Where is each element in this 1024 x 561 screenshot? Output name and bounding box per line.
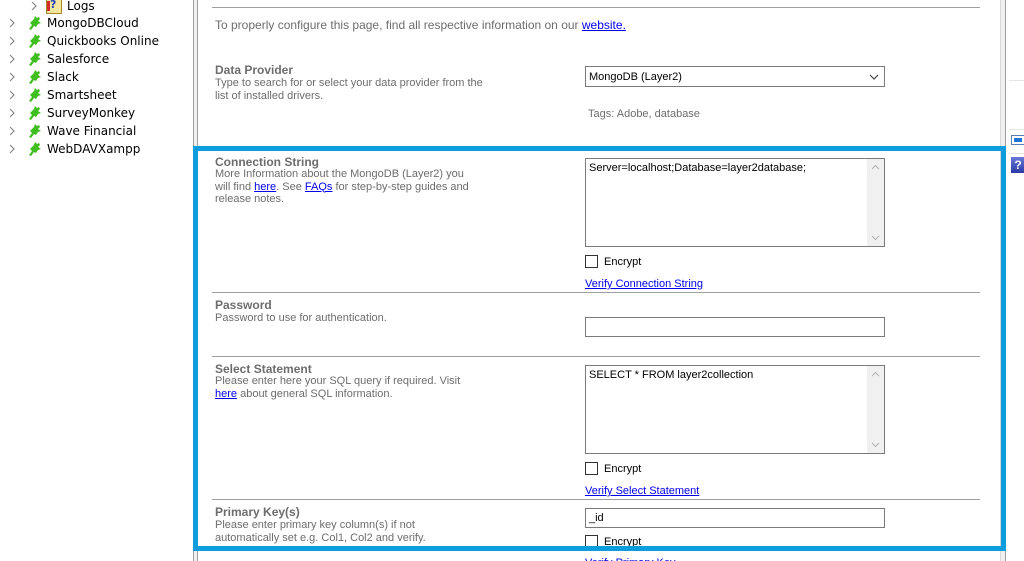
divider	[1009, 80, 1024, 81]
verify-primary-key-link[interactable]: Verify Primary Key	[585, 557, 675, 561]
chevron-right-icon[interactable]	[8, 72, 18, 82]
tree-item-label: SurveyMonkey	[47, 106, 136, 120]
select-statement-encrypt[interactable]: Encrypt	[585, 462, 641, 475]
chevron-right-icon[interactable]	[30, 1, 40, 11]
password-input[interactable]	[585, 317, 885, 337]
plugin-icon	[26, 87, 42, 103]
tree-item-wave-financial[interactable]: Wave Financial	[8, 122, 136, 140]
info-text-label: To properly configure this page, find al…	[215, 18, 582, 32]
scroll-down-icon[interactable]	[871, 440, 880, 449]
plugin-icon	[26, 33, 42, 49]
verify-select-statement-link[interactable]: Verify Select Statement	[585, 485, 699, 497]
tree-item-label: Slack	[47, 70, 79, 84]
connection-string-title: Connection String	[215, 155, 319, 169]
logs-icon: ?	[46, 0, 62, 14]
connection-string-value: Server=localhost;Database=layer2database…	[589, 162, 807, 174]
desc-text: . See	[276, 180, 305, 193]
chevron-right-icon[interactable]	[8, 126, 18, 136]
data-provider-select[interactable]: MongoDB (Layer2)	[585, 66, 885, 87]
tree-item-webdavxampp[interactable]: WebDAVXampp	[8, 140, 140, 158]
divider	[1009, 129, 1024, 130]
divider	[212, 499, 980, 500]
divider	[212, 356, 980, 357]
chevron-down-icon[interactable]	[869, 71, 879, 81]
encrypt-checkbox[interactable]	[585, 462, 598, 475]
window-icon[interactable]	[1011, 135, 1024, 145]
connection-tree: ? Logs MongoDBCloud Quickbooks Online Sa…	[0, 0, 190, 561]
help-icon[interactable]: ?	[1011, 157, 1024, 173]
desc-text: Please enter here your SQL query if requ…	[215, 375, 461, 387]
desc-text: about general SQL information.	[237, 387, 393, 400]
connection-string-description: More Information about the MongoDB (Laye…	[215, 168, 480, 206]
encrypt-label: Encrypt	[604, 255, 642, 268]
connection-string-input[interactable]: Server=localhost;Database=layer2database…	[585, 158, 885, 247]
tree-item-slack[interactable]: Slack	[8, 68, 79, 86]
tree-item-logs[interactable]: ? Logs	[30, 0, 95, 15]
data-provider-description: Type to search for or select your data p…	[215, 77, 483, 102]
password-description: Password to use for authentication.	[215, 312, 387, 324]
tree-item-label: Logs	[67, 0, 95, 13]
plugin-icon	[26, 105, 42, 121]
data-provider-title: Data Provider	[215, 63, 294, 77]
tree-item-label: Wave Financial	[47, 124, 137, 138]
plugin-icon	[26, 123, 42, 139]
right-toolbar: ?	[1005, 0, 1024, 561]
tree-item-smartsheet[interactable]: Smartsheet	[8, 86, 117, 104]
faqs-link[interactable]: FAQs	[305, 181, 333, 193]
plugin-icon	[26, 51, 42, 67]
encrypt-checkbox[interactable]	[585, 535, 598, 548]
chevron-right-icon[interactable]	[8, 54, 18, 64]
select-statement-scrollbar[interactable]	[867, 366, 884, 453]
chevron-right-icon[interactable]	[8, 108, 18, 118]
primary-keys-input[interactable]: _id	[585, 508, 885, 528]
primary-keys-title: Primary Key(s)	[215, 505, 300, 519]
tree-item-surveymonkey[interactable]: SurveyMonkey	[8, 104, 135, 122]
scroll-down-icon[interactable]	[871, 233, 880, 242]
tree-item-label: Smartsheet	[47, 88, 117, 102]
verify-connection-string-link[interactable]: Verify Connection String	[585, 278, 703, 290]
configuration-pane: To properly configure this page, find al…	[198, 0, 998, 561]
here-link[interactable]: here	[254, 181, 276, 193]
scroll-up-icon[interactable]	[871, 370, 880, 379]
encrypt-label: Encrypt	[604, 462, 642, 475]
data-provider-value: MongoDB (Layer2)	[589, 71, 682, 83]
encrypt-checkbox[interactable]	[585, 255, 598, 268]
tree-item-label: Salesforce	[47, 52, 110, 66]
connection-string-scrollbar[interactable]	[867, 159, 884, 246]
select-statement-value: SELECT * FROM layer2collection	[589, 369, 754, 381]
tree-item-label: WebDAVXampp	[47, 142, 141, 156]
plugin-icon	[26, 15, 42, 31]
chevron-right-icon[interactable]	[8, 36, 18, 46]
select-statement-input[interactable]: SELECT * FROM layer2collection	[585, 365, 885, 454]
sql-here-link[interactable]: here	[215, 388, 237, 400]
website-link[interactable]: website.	[582, 18, 626, 32]
tree-item-salesforce[interactable]: Salesforce	[8, 50, 109, 68]
chevron-right-icon[interactable]	[8, 90, 18, 100]
scroll-up-icon[interactable]	[871, 163, 880, 172]
select-statement-description: Please enter here your SQL query if requ…	[215, 375, 480, 400]
chevron-right-icon[interactable]	[8, 144, 18, 154]
tree-item-label: MongoDBCloud	[47, 16, 139, 30]
tree-item-mongodbcloud[interactable]: MongoDBCloud	[8, 14, 139, 32]
plugin-icon	[26, 69, 42, 85]
tree-item-quickbooks-online[interactable]: Quickbooks Online	[8, 32, 159, 50]
plugin-icon	[26, 141, 42, 157]
primary-keys-description: Please enter primary key column(s) if no…	[215, 519, 426, 544]
info-text: To properly configure this page, find al…	[215, 18, 626, 32]
chevron-right-icon[interactable]	[8, 18, 18, 28]
tags-label: Tags: Adobe, database	[588, 108, 700, 120]
divider	[212, 7, 980, 8]
divider	[1009, 153, 1024, 154]
password-title: Password	[215, 298, 272, 312]
connection-string-encrypt[interactable]: Encrypt	[585, 255, 641, 268]
primary-keys-encrypt[interactable]: Encrypt	[585, 535, 641, 548]
primary-keys-value: _id	[589, 512, 604, 524]
divider	[212, 292, 980, 293]
select-statement-title: Select Statement	[215, 362, 312, 376]
tree-item-label: Quickbooks Online	[47, 34, 159, 48]
encrypt-label: Encrypt	[604, 535, 642, 548]
